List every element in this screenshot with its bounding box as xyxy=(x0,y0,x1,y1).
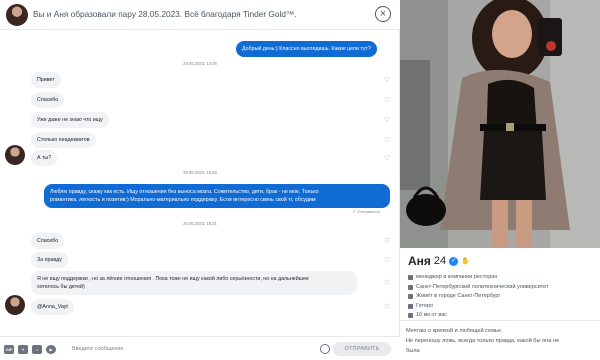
message-text: Привет xyxy=(37,77,55,83)
outgoing-message: Добрый день:) Классно выглядишь. Какие ц… xyxy=(236,41,377,57)
incoming-message: Привет xyxy=(31,72,61,88)
emoji-icon[interactable] xyxy=(320,344,330,354)
message-line: Я не ищу поддержки , но за лёгкие отноше… xyxy=(37,276,309,282)
message-text: @Anna_Vayt xyxy=(37,304,68,310)
media-icon[interactable]: ▶ xyxy=(46,345,56,354)
profile-name: Аня xyxy=(408,254,431,268)
timestamp: 30.05.2023, 18:31 xyxy=(183,221,217,226)
like-heart-icon[interactable]: ♡ xyxy=(384,304,390,311)
detail-text: менеджер в компании ресторан xyxy=(416,274,498,280)
message-line: хотелось бы детей) xyxy=(37,284,85,290)
bio-line: Мечтаю о крепкой и любящей семье. xyxy=(406,328,503,334)
incoming-message: За правду xyxy=(31,252,68,268)
like-heart-icon[interactable]: ♡ xyxy=(384,257,390,264)
timestamp: 30.05.2023, 16:56 xyxy=(183,170,217,175)
profile-city: Живёт в городе Санкт-Петербург xyxy=(408,293,501,299)
app-window: Вы и Аня образовали пару 28.05.2023. Всё… xyxy=(0,0,600,360)
like-heart-icon[interactable]: ♡ xyxy=(384,280,390,287)
message-text: За правду xyxy=(37,257,62,263)
incoming-message: Уже даже не знаю что ищу xyxy=(31,112,109,128)
like-heart-icon[interactable]: ♡ xyxy=(384,77,390,84)
message-text: Столько неадекватов xyxy=(37,137,90,143)
incoming-message: Я не ищу поддержки , но за лёгкие отноше… xyxy=(31,271,357,295)
divider xyxy=(400,320,600,321)
send-button[interactable]: ОТПРАВИТЬ xyxy=(333,342,391,356)
location-icon xyxy=(408,313,413,318)
profile-distance: 10 км от вас xyxy=(408,312,447,318)
like-heart-icon[interactable]: ♡ xyxy=(384,137,390,144)
message-input[interactable]: Введите сообщение xyxy=(72,346,124,352)
profile-orientation: Гетеро xyxy=(408,303,433,309)
bio-line: Не переношу ложь, всегда только правда, … xyxy=(406,338,560,344)
message-list: Добрый день:) Классно выглядишь. Какие ц… xyxy=(0,31,400,333)
home-icon xyxy=(408,294,413,299)
sent-check-icon: ✓ xyxy=(352,209,357,215)
message-text: Уже даже не знаю что ищу xyxy=(37,117,103,123)
graduation-icon xyxy=(408,285,413,290)
hand-wave-icon: ✋ xyxy=(461,258,470,265)
timestamp: 29.05.2023, 14:09 xyxy=(183,61,217,66)
profile-photo[interactable] xyxy=(400,0,600,248)
profile-job: менеджер в компании ресторан xyxy=(408,274,497,280)
briefcase-icon xyxy=(408,275,413,280)
message-text: А ты? xyxy=(37,155,52,161)
verified-icon: ✓ xyxy=(449,256,459,266)
detail-text: Живёт в городе Санкт-Петербург xyxy=(416,293,501,299)
delivery-status: ✓ Отправлено xyxy=(352,209,380,215)
message-line: романтика, легкость и позитив:) Морально… xyxy=(50,197,316,203)
bio-line: была xyxy=(406,348,420,354)
profile-photo-image xyxy=(400,0,600,248)
detail-text: Гетеро xyxy=(416,303,434,309)
status-text: Отправлено xyxy=(357,209,380,214)
message-text: Добрый день:) Классно выглядишь. Какие ц… xyxy=(242,46,371,52)
incoming-message: Столько неадекватов xyxy=(31,132,96,148)
like-heart-icon[interactable]: ♡ xyxy=(384,117,390,124)
incoming-message: А ты? xyxy=(31,150,58,166)
chat-header: Вы и Аня образовали пару 28.05.2023. Всё… xyxy=(0,0,400,30)
message-line: Люблю правду, скажу как есть. Ищу отноше… xyxy=(50,189,319,195)
sender-avatar[interactable] xyxy=(5,145,25,165)
match-notice: Вы и Аня образовали пару 28.05.2023. Всё… xyxy=(33,9,297,19)
incoming-message: Спасибо xyxy=(31,92,65,108)
incoming-message: @Anna_Vayt xyxy=(31,299,74,315)
close-icon[interactable]: × xyxy=(375,6,391,22)
sticker-icon[interactable]: ✦ xyxy=(18,345,28,354)
profile-panel: Аня 24 ✓ ✋ менеджер в компании ресторан … xyxy=(400,0,600,360)
message-input-bar: GIF ✦ ♪ ▶ Введите сообщение ОТПРАВИТЬ xyxy=(0,336,400,360)
detail-text: 10 км от вас xyxy=(416,312,448,318)
chat-panel: Вы и Аня образовали пару 28.05.2023. Всё… xyxy=(0,0,400,360)
profile-school: Санкт-Петербургский политехнический унив… xyxy=(408,284,549,290)
like-heart-icon[interactable]: ♡ xyxy=(384,155,390,162)
detail-text: Санкт-Петербургский политехнический унив… xyxy=(416,284,549,290)
message-text: Спасибо xyxy=(37,97,59,103)
gif-icon[interactable]: GIF xyxy=(4,345,14,354)
like-heart-icon[interactable]: ♡ xyxy=(384,238,390,245)
outgoing-message: Люблю правду, скажу как есть. Ищу отноше… xyxy=(44,184,390,208)
profile-name-line: Аня 24 ✓ ✋ xyxy=(408,254,470,268)
person-icon xyxy=(408,304,413,309)
profile-age: 24 xyxy=(433,255,447,267)
like-heart-icon[interactable]: ♡ xyxy=(384,97,390,104)
incoming-message: Спасибо xyxy=(31,233,65,249)
sender-avatar[interactable] xyxy=(5,295,25,315)
music-icon[interactable]: ♪ xyxy=(32,345,42,354)
message-text: Спасибо xyxy=(37,238,59,244)
match-avatar[interactable] xyxy=(6,4,28,26)
